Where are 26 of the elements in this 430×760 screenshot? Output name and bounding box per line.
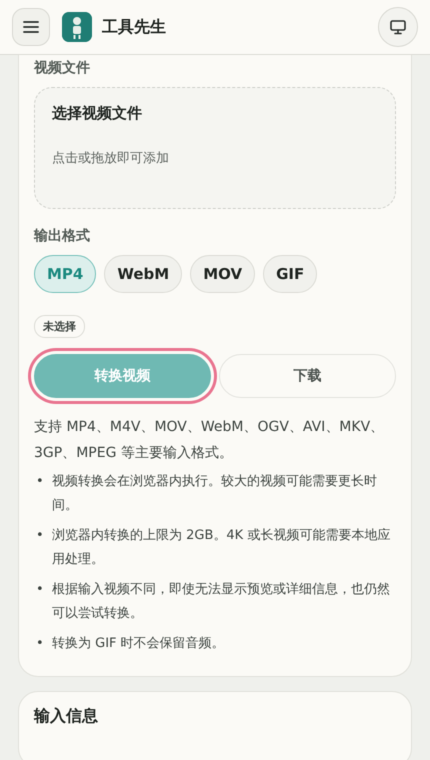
menu-icon <box>23 20 39 34</box>
bullet: • <box>36 473 44 491</box>
download-button[interactable]: 下载 <box>219 354 396 398</box>
field-label: 输出格式 <box>34 227 91 245</box>
note-item: 转换为 GIF 时不会保留音频。 <box>52 635 225 653</box>
bullet: • <box>36 581 44 599</box>
app-title: 工具先生 <box>102 16 166 38</box>
file-drop-zone[interactable]: 选择视频文件 点击或拖放即可添加 <box>34 87 396 209</box>
display-button[interactable] <box>378 7 418 47</box>
bullet: • <box>36 635 44 653</box>
format-option[interactable]: MP4 <box>34 255 96 293</box>
monitor-icon <box>390 20 406 34</box>
status-badge: 未选择 <box>34 315 85 338</box>
format-option[interactable]: WebM <box>104 255 182 293</box>
menu-button[interactable] <box>12 8 50 46</box>
drop-zone-hint: 点击或拖放即可添加 <box>52 150 170 167</box>
format-option[interactable]: GIF <box>263 255 318 293</box>
field-label: 视频文件 <box>34 59 91 77</box>
drop-zone-title: 选择视频文件 <box>52 104 143 123</box>
bullet: • <box>36 527 44 545</box>
card-title: 输入信息 <box>34 706 99 727</box>
note-item: 浏览器内转换的上限为 2GB。4K 或长视频可能需要本地应用处理。 <box>52 527 392 569</box>
note-item: 视频转换会在浏览器内执行。较大的视频可能需要更长时间。 <box>52 473 378 515</box>
format-option[interactable]: MOV <box>190 255 256 293</box>
description-text: 支持 MP4、M4V、MOV、WebM、OGV、AVI、MKV、3GP、MPEG 等主要输入格式。 <box>34 418 386 463</box>
note-item: 根据输入视频不同，即使无法显示预览或详细信息，也仍然可以尝试转换。 <box>52 581 391 623</box>
